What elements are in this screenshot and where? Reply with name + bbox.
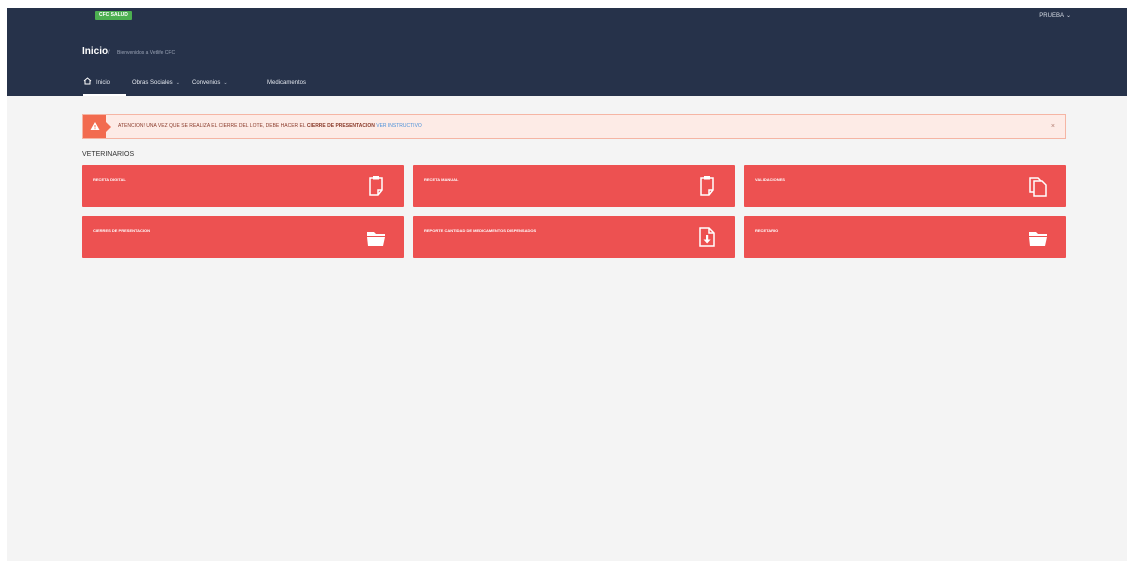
tile-label: RECETA MANUAL [424,177,459,182]
user-menu[interactable]: PRUEBA ⌄ [1039,12,1071,20]
app-frame: CFC SALUD PRUEBA ⌄ Inicio / Bienvenidos a… [7,8,1127,561]
top-navigation-bar: CFC SALUD PRUEBA ⌄ Inicio / Bienvenidos a… [7,8,1127,96]
home-icon [83,77,92,85]
close-icon[interactable]: × [1051,115,1055,138]
page-title: Inicio [82,46,109,57]
chevron-down-icon: ⌄ [223,80,228,86]
nav-item-inicio[interactable]: Inicio [83,76,126,96]
alert-text: ATENCION! UNA VEZ QUE SE REALIZA EL CIER… [118,123,306,129]
alert-message: ATENCION! UNA VEZ QUE SE REALIZA EL CIER… [118,115,422,138]
nav-item-convenios[interactable]: Convenios ⌄ [192,76,228,96]
tile-reporte-medicamentos[interactable]: REPORTE CANTIDAD DE MEDICAMENTOS DISPENS… [413,216,735,258]
file-download-icon [699,227,715,247]
tile-label: REPORTE CANTIDAD DE MEDICAMENTOS DISPENS… [424,228,537,233]
tile-cierres-de-presentacion[interactable]: CIERRES DE PRESENTACION [82,216,404,258]
tile-label: CIERRES DE PRESENTACION [93,228,151,233]
folder-open-icon [367,232,385,246]
alert-text-bold: CIERRE DE PRESENTACION [306,123,375,129]
chevron-down-icon: ⌄ [1065,13,1071,19]
tile-label: RECETARIO [755,228,779,233]
instructions-link[interactable]: VER INSTRUCTIVO [376,123,422,129]
nav-item-label: Medicamentos [267,80,307,86]
copy-documents-icon [1029,177,1047,197]
breadcrumb-subtitle: Bienvenidos a Vetlife CFC [117,50,176,56]
clipboard-icon [700,176,714,196]
nav-item-obras-sociales[interactable]: Obras Sociales ⌄ [132,76,180,96]
nav-item-medicamentos[interactable]: Medicamentos [267,76,306,96]
nav-item-label: Convenios [192,80,221,86]
user-menu-label: PRUEBA [1039,13,1064,19]
warning-icon [90,122,100,130]
tile-validaciones[interactable]: VALIDACIONES [744,165,1066,207]
brand-badge[interactable]: CFC SALUD [95,11,132,20]
tile-recetario[interactable]: RECETARIO [744,216,1066,258]
chevron-down-icon: ⌄ [175,80,180,86]
alert-banner: ATENCION! UNA VEZ QUE SE REALIZA EL CIER… [82,114,1066,139]
breadcrumb-separator: / [108,50,110,56]
tile-receta-manual[interactable]: RECETA MANUAL [413,165,735,207]
nav-item-label: Obras Sociales [132,80,173,86]
alert-badge [83,115,111,138]
clipboard-icon [369,176,383,196]
tile-label: RECETA DIGITAL [93,177,126,182]
folder-open-icon [1029,232,1047,246]
tile-label: VALIDACIONES [755,177,785,182]
nav-item-label: Inicio [96,80,111,86]
section-title: VETERINARIOS [82,151,135,158]
tile-receta-digital[interactable]: RECETA DIGITAL [82,165,404,207]
